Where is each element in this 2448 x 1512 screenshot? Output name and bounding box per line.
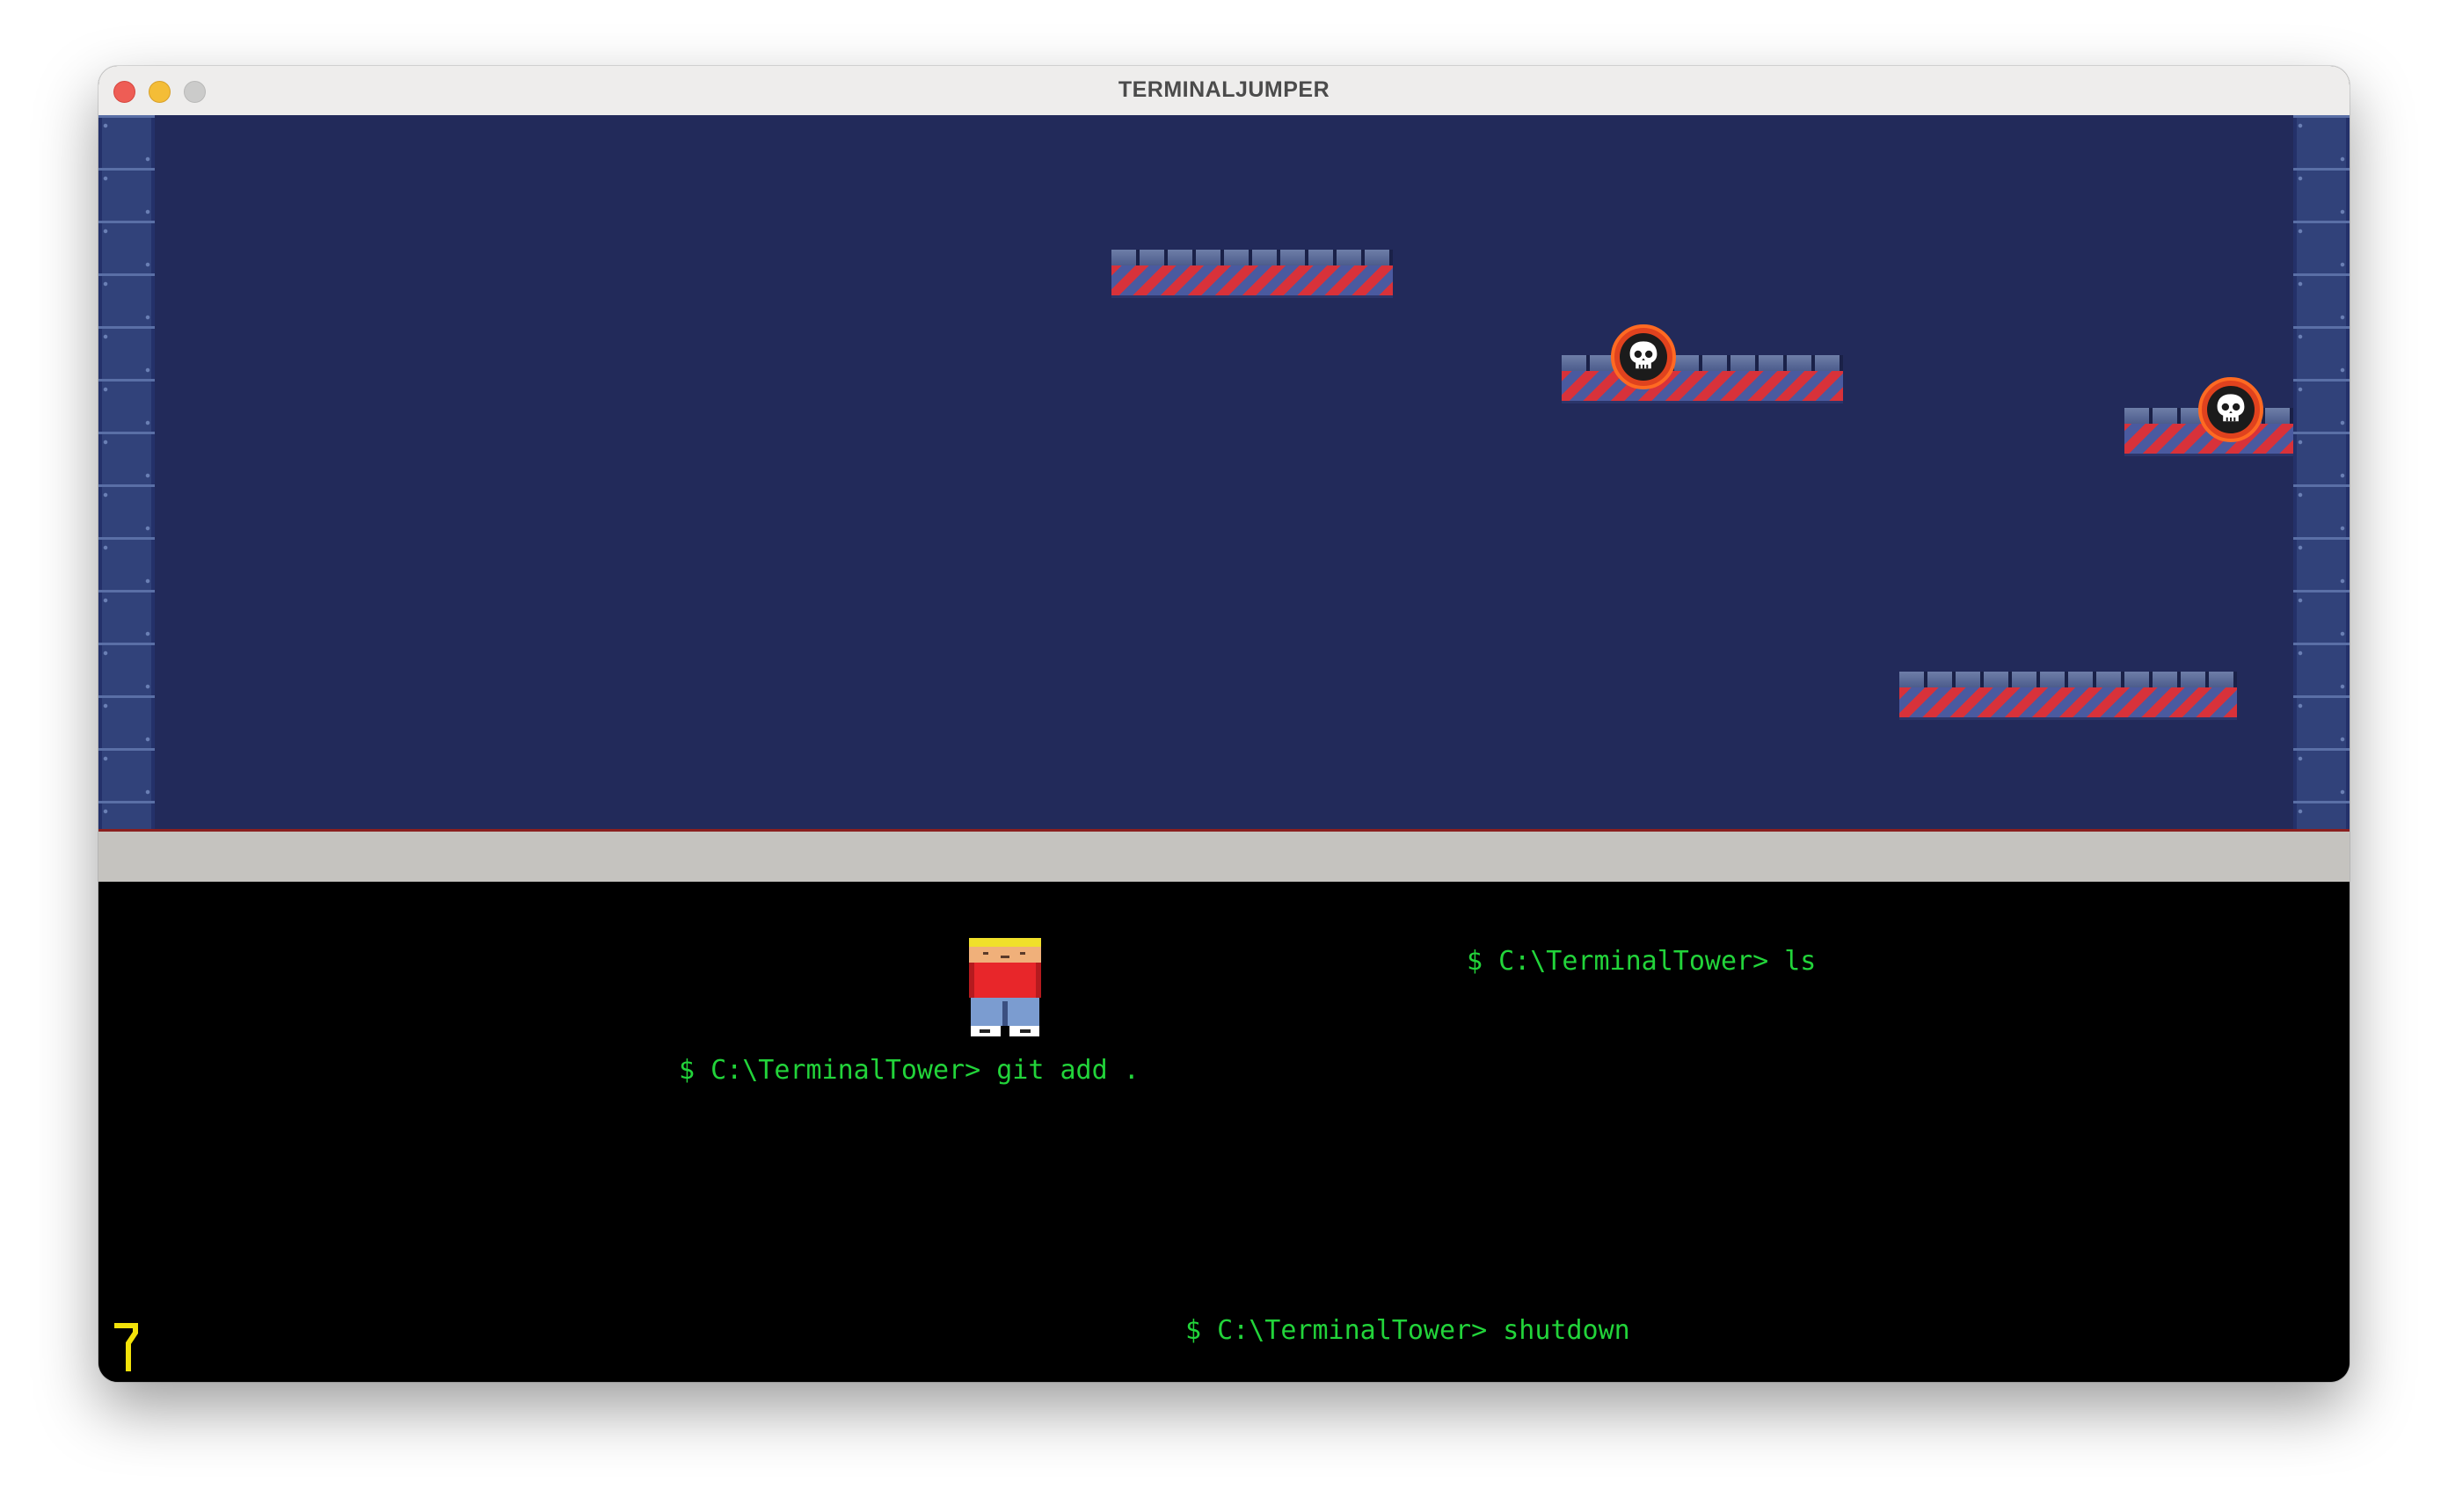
terminal-area: $ C:\TerminalTower> ls $ C:\TerminalTowe… — [98, 882, 2350, 1382]
window-title: TERMINALJUMPER — [1118, 77, 1330, 102]
skull-icon — [2207, 386, 2255, 433]
platform — [1111, 250, 1393, 298]
left-wall — [98, 115, 155, 829]
right-wall — [2293, 115, 2350, 829]
command-git-add: $ C:\TerminalTower> git add . — [679, 1055, 1140, 1086]
divider-bar — [98, 829, 2350, 882]
command-shutdown: $ C:\TerminalTower> shutdown — [1185, 1315, 1630, 1346]
platform — [1899, 672, 2237, 720]
player-character-icon — [969, 938, 1041, 1036]
title-bar: TERMINALJUMPER — [98, 66, 2350, 116]
yellow-caret-icon — [114, 1323, 138, 1371]
app-window: TERMINALJUMPER $ C:\TerminalTower> ls $ … — [98, 66, 2350, 1382]
skull-enemy — [1611, 324, 1676, 389]
skull-icon — [1620, 333, 1667, 381]
skull-enemy — [2198, 377, 2263, 442]
platform — [1562, 355, 1843, 403]
command-ls: $ C:\TerminalTower> ls — [1467, 946, 1817, 977]
game-area — [98, 115, 2350, 829]
